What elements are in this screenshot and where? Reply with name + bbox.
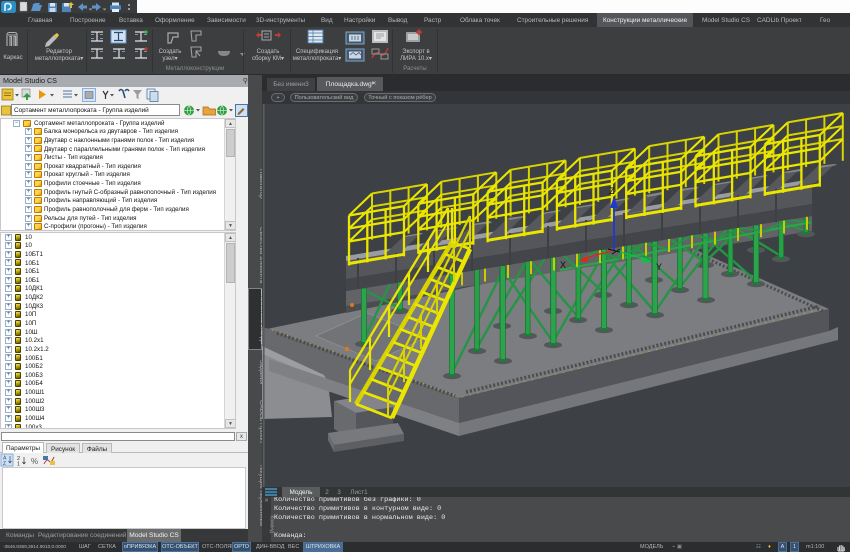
svg-text:Z: Z <box>609 186 615 196</box>
svg-text:%: % <box>31 457 38 466</box>
svg-text:Y: Y <box>656 262 662 272</box>
svg-text:X: X <box>560 260 566 270</box>
